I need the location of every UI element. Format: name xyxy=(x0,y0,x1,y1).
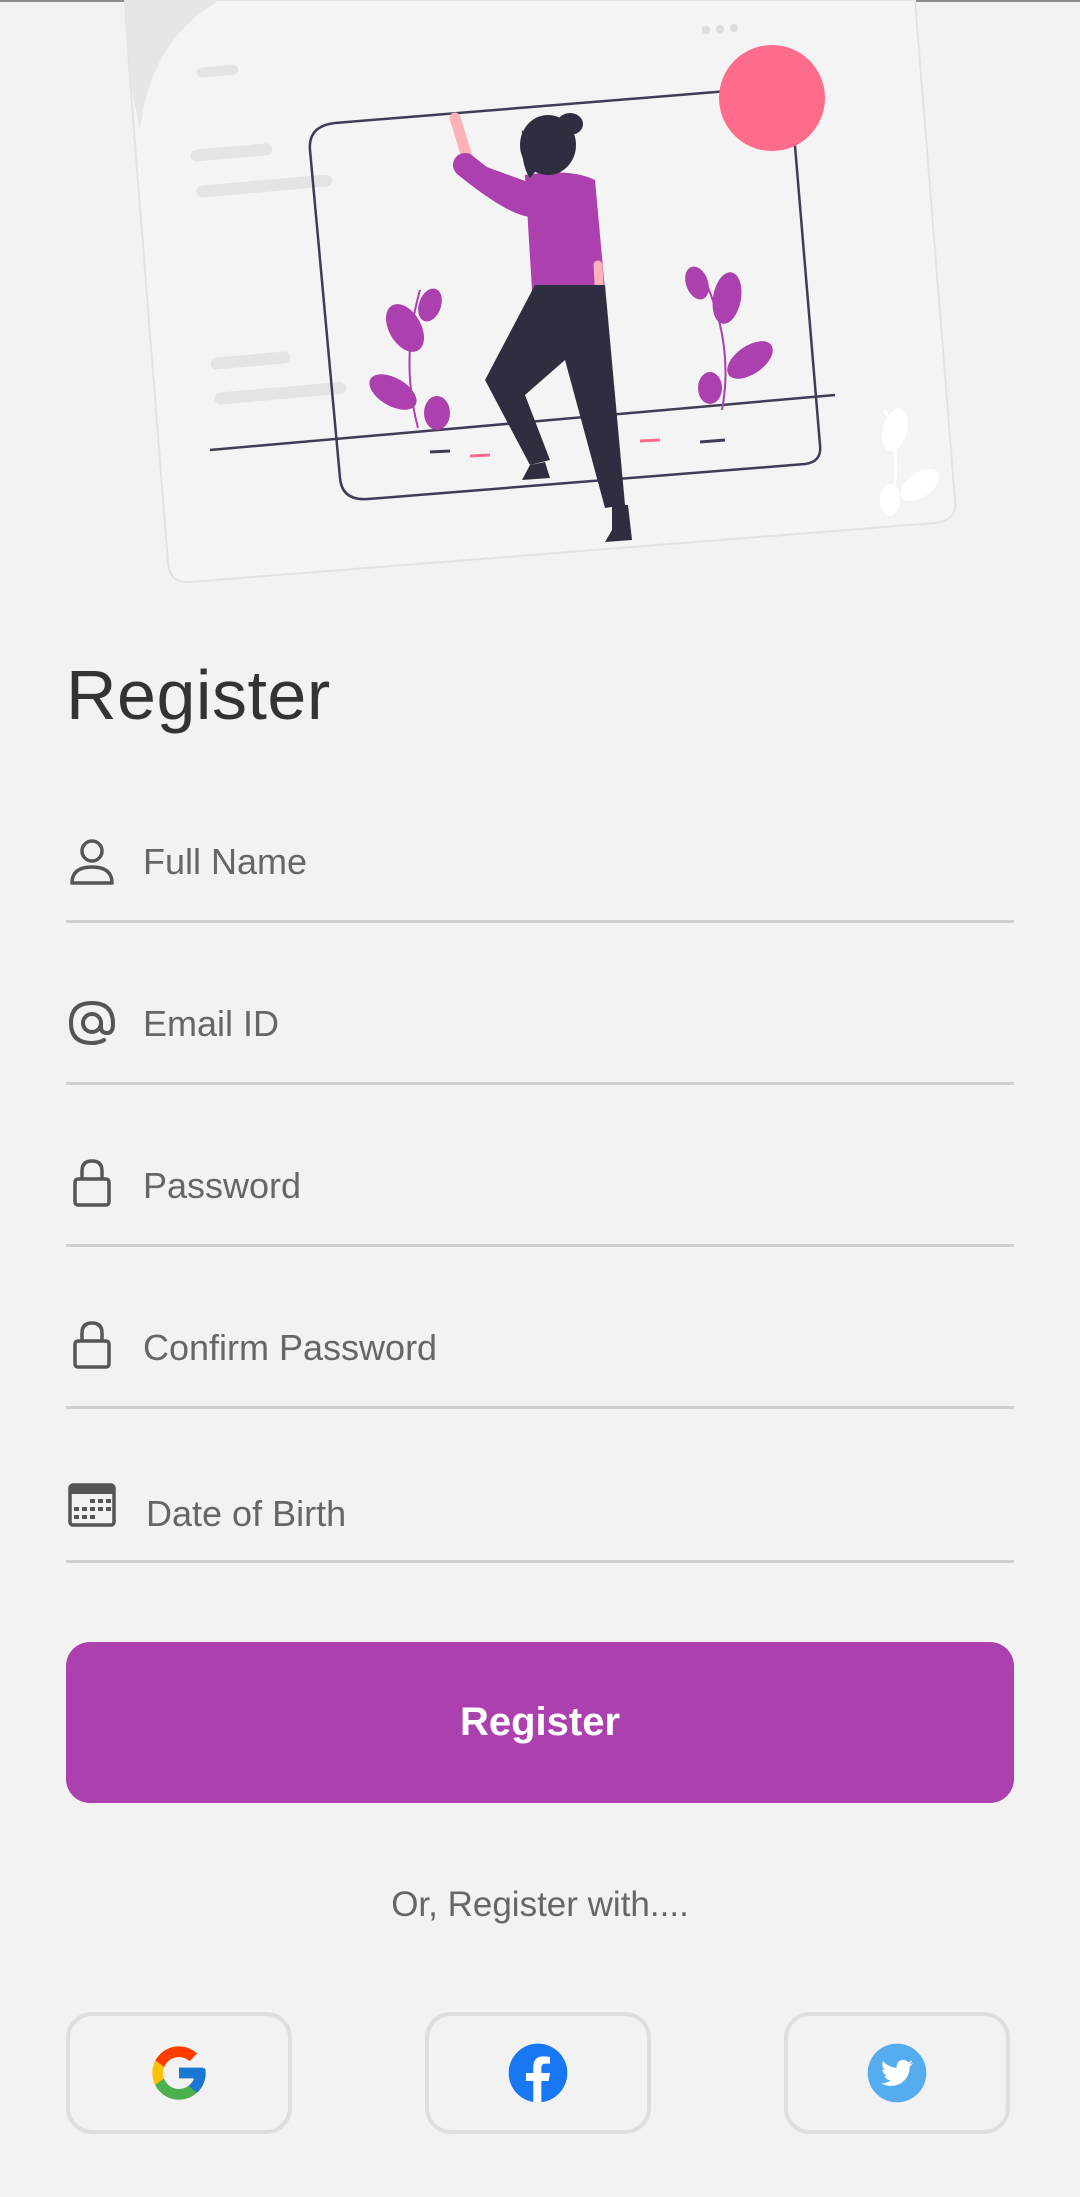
date-of-birth-underline xyxy=(66,1560,1014,1563)
alt-register-text: Or, Register with.... xyxy=(391,1885,689,1924)
confirm-password-field[interactable]: Confirm Password xyxy=(66,1289,1014,1409)
confirm-password-placeholder: Confirm Password xyxy=(143,1327,438,1368)
lock-icon xyxy=(73,1321,111,1369)
register-button-label: Register xyxy=(459,1700,621,1744)
email-underline xyxy=(66,1082,1014,1085)
facebook-register-button[interactable] xyxy=(425,2012,651,2134)
email-field[interactable]: Email ID xyxy=(66,965,1014,1085)
password-underline xyxy=(66,1244,1014,1247)
at-sign-icon xyxy=(68,1000,116,1046)
full-name-placeholder: Full Name xyxy=(143,841,308,882)
date-of-birth-placeholder: Date of Birth xyxy=(146,1493,347,1534)
google-register-button[interactable] xyxy=(66,2012,292,2134)
person-icon xyxy=(70,839,114,885)
full-name-underline xyxy=(66,920,1014,923)
full-name-field[interactable]: Full Name xyxy=(66,803,1014,923)
twitter-register-button[interactable] xyxy=(784,2012,1010,2134)
password-placeholder: Password xyxy=(143,1165,302,1206)
twitter-icon xyxy=(867,2043,927,2103)
calendar-icon xyxy=(68,1483,116,1527)
date-of-birth-field[interactable]: Date of Birth xyxy=(66,1443,1014,1563)
facebook-icon xyxy=(508,2043,568,2103)
register-illustration xyxy=(123,0,957,584)
password-field[interactable]: Password xyxy=(66,1127,1014,1247)
email-placeholder: Email ID xyxy=(143,1003,280,1044)
page-title: Register xyxy=(66,656,331,734)
lock-icon xyxy=(73,1159,111,1207)
register-button[interactable]: Register xyxy=(66,1642,1014,1803)
confirm-password-underline xyxy=(66,1406,1014,1409)
google-icon xyxy=(152,2046,206,2100)
